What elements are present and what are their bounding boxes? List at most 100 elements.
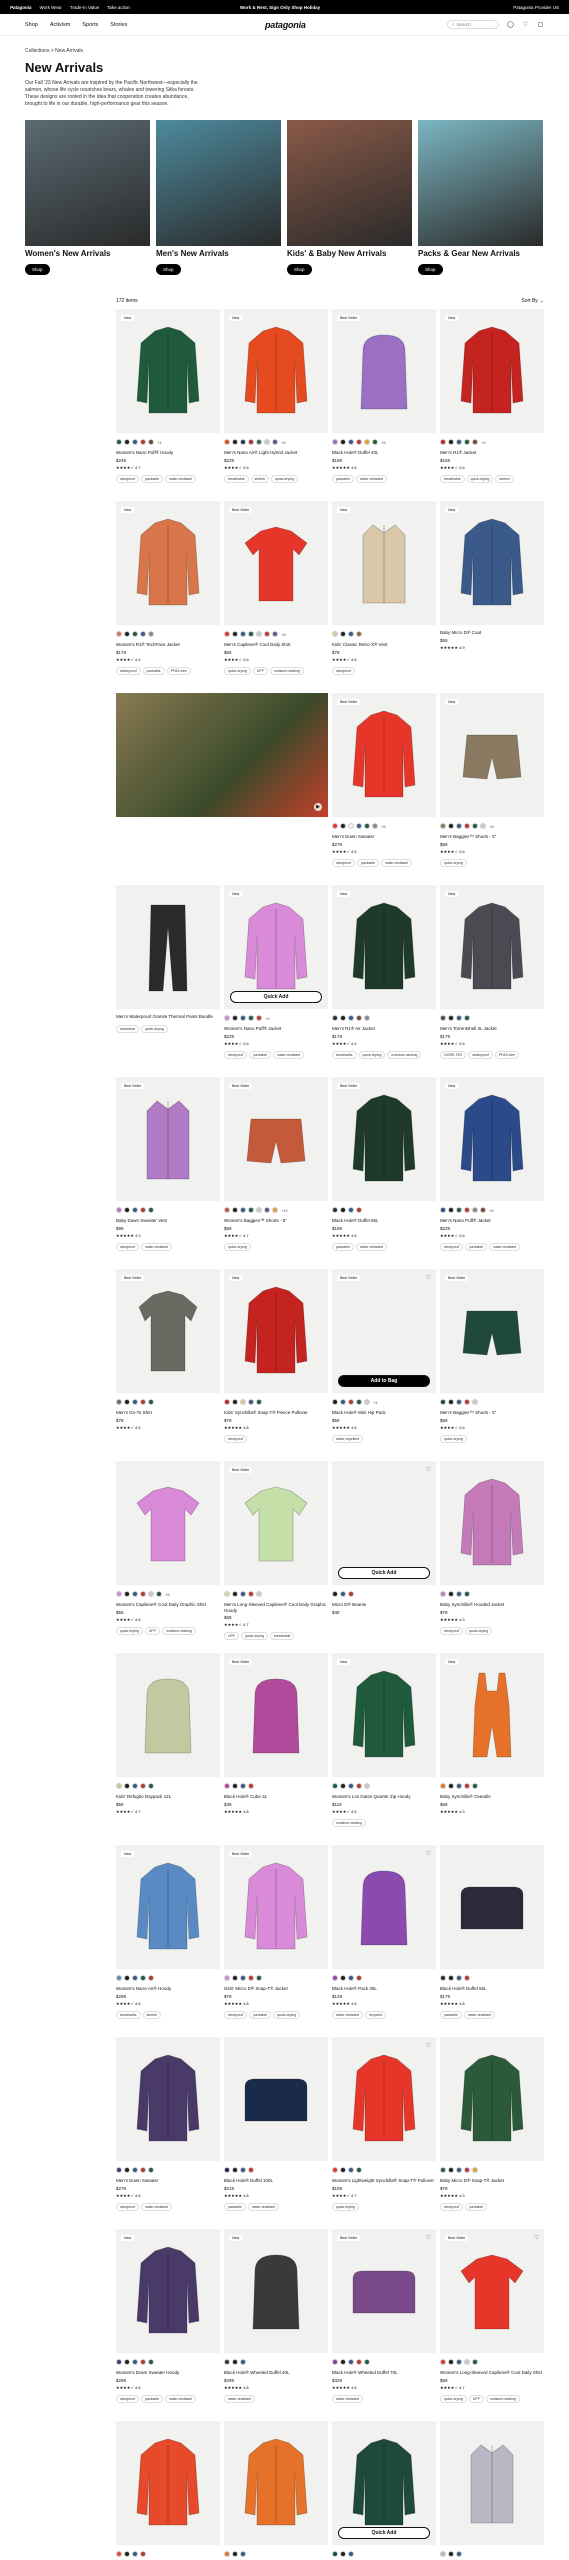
color-swatch[interactable] <box>332 1975 338 1981</box>
color-swatch[interactable] <box>116 1975 122 1981</box>
color-swatch[interactable] <box>448 1783 454 1789</box>
category-tile[interactable]: Packs & Gear New Arrivals Shop <box>418 120 543 276</box>
color-swatch[interactable] <box>232 439 238 445</box>
nav-item-sports[interactable]: Sports <box>82 22 98 28</box>
color-swatch[interactable] <box>440 2359 446 2365</box>
color-swatch[interactable] <box>148 1783 154 1789</box>
product-card[interactable]: Men's Nano Puff® Jacket$229★★★★☆ 4.6 <box>224 2421 328 2560</box>
color-swatch[interactable] <box>240 439 246 445</box>
product-image[interactable]: Best Seller <box>332 1077 436 1201</box>
product-image[interactable] <box>440 2421 544 2545</box>
product-name[interactable]: Kids' Refugito Daypack 12L <box>116 1794 220 1800</box>
product-name[interactable]: Men's Torrentshell 3L Jacket <box>440 1026 544 1032</box>
sort-dropdown[interactable]: Sort By ⌄ <box>521 298 544 304</box>
color-swatch[interactable] <box>356 823 362 829</box>
product-image[interactable]: Best Seller ♡ <box>332 2229 436 2353</box>
color-swatch[interactable] <box>148 1207 154 1213</box>
product-name[interactable]: Baby Micro D® Coat <box>440 630 544 636</box>
color-swatch[interactable] <box>364 823 370 829</box>
color-swatch[interactable] <box>116 1207 122 1213</box>
breadcrumb-parent[interactable]: Collections <box>25 48 49 54</box>
color-swatch[interactable] <box>264 1207 270 1213</box>
product-image[interactable] <box>440 1845 544 1969</box>
color-swatch[interactable] <box>348 1783 354 1789</box>
color-swatch[interactable] <box>472 1399 478 1405</box>
product-name[interactable]: Women's Long-Sleeved Capilene® Cool Dail… <box>440 2370 544 2376</box>
color-swatch[interactable] <box>356 2167 362 2173</box>
product-name[interactable]: Kids' Synchilla® Snap-T® Fleece Pullover <box>224 1410 328 1416</box>
color-swatch[interactable] <box>340 2359 346 2365</box>
color-swatch[interactable] <box>464 1591 470 1597</box>
search-input[interactable]: ⌕ Search <box>447 20 499 29</box>
color-swatch[interactable] <box>348 1015 354 1021</box>
color-swatch[interactable] <box>248 1207 254 1213</box>
product-name[interactable]: Women's Nano-Air® Hoody <box>116 1986 220 1992</box>
color-swatch[interactable] <box>448 439 454 445</box>
color-swatch[interactable] <box>440 2551 446 2557</box>
product-image[interactable]: New <box>440 885 544 1009</box>
color-swatch[interactable] <box>240 2551 246 2557</box>
wishlist-heart-icon[interactable]: ♡ <box>534 2234 539 2241</box>
color-swatch[interactable] <box>224 1399 230 1405</box>
color-swatch[interactable] <box>356 1207 362 1213</box>
topbar-link[interactable]: Take action <box>107 5 130 10</box>
color-swatch[interactable] <box>124 2167 130 2173</box>
color-swatch[interactable] <box>148 2167 154 2173</box>
color-swatch[interactable] <box>340 1975 346 1981</box>
color-swatch[interactable] <box>456 2167 462 2173</box>
product-name[interactable]: Black Hole® Duffel 55L <box>332 1218 436 1224</box>
product-card[interactable]: New Quick Add +4 Women's Nano Puff® Jacket $… <box>224 885 328 1077</box>
product-name[interactable]: Men's Baggies™ Shorts - 5" <box>440 834 544 840</box>
product-image[interactable]: ♡ <box>332 1845 436 1969</box>
product-name[interactable]: Women's R1® TechFace Jacket <box>116 642 220 648</box>
color-swatch[interactable] <box>456 1975 462 1981</box>
product-image[interactable]: Best Seller ♡ <box>440 2229 544 2353</box>
topbar-link[interactable]: Trade-In Value <box>70 5 99 10</box>
color-swatch[interactable] <box>440 1975 446 1981</box>
color-swatch[interactable] <box>464 823 470 829</box>
color-swatch[interactable] <box>332 823 338 829</box>
color-swatch[interactable] <box>124 1783 130 1789</box>
product-name[interactable]: Men's Baggies™ Shorts - 5" <box>440 1410 544 1416</box>
wishlist-heart-icon[interactable]: ♡ <box>426 1850 431 1857</box>
product-name[interactable]: Women's Nano Puff® Hoody <box>116 450 220 456</box>
color-swatch[interactable] <box>248 1975 254 1981</box>
product-name[interactable]: Men's Down Sweater <box>116 2178 220 2184</box>
color-swatch[interactable] <box>456 823 462 829</box>
color-swatch[interactable] <box>448 1975 454 1981</box>
color-swatch[interactable] <box>224 439 230 445</box>
product-image[interactable]: New <box>116 501 220 625</box>
product-card[interactable]: New +6 Men's Nano Air® Light Hybrid Jacket… <box>224 309 328 501</box>
product-image[interactable]: New <box>440 501 544 625</box>
product-image[interactable] <box>116 2421 220 2545</box>
color-swatch[interactable] <box>256 1207 262 1213</box>
shop-button[interactable]: Shop <box>418 264 443 275</box>
product-name[interactable]: Baby Synchilla® Overalls <box>440 1794 544 1800</box>
color-swatch[interactable] <box>140 439 146 445</box>
color-swatch[interactable] <box>124 1207 130 1213</box>
color-swatch[interactable] <box>240 1591 246 1597</box>
color-swatch[interactable] <box>232 1399 238 1405</box>
product-image[interactable] <box>440 1461 544 1585</box>
color-swatch[interactable] <box>148 2359 154 2365</box>
color-swatch[interactable] <box>464 2359 470 2365</box>
color-swatch[interactable] <box>456 2359 462 2365</box>
color-swatch[interactable] <box>456 1783 462 1789</box>
product-name[interactable]: Men's Go-To Shirt <box>116 1410 220 1416</box>
color-swatch[interactable] <box>448 1015 454 1021</box>
quick-add-button[interactable]: Quick Add <box>338 2527 430 2539</box>
color-swatch[interactable] <box>140 2167 146 2173</box>
color-swatch[interactable] <box>348 439 354 445</box>
more-colors-count[interactable]: +6 <box>281 440 286 445</box>
color-swatch[interactable] <box>124 631 130 637</box>
color-swatch[interactable] <box>232 2359 238 2365</box>
product-card[interactable]: New Baby Synchilla® Overalls $69 ★★★★★ 4.9 <box>440 1653 544 1845</box>
product-name[interactable]: Men's R1® Jacket <box>440 450 544 456</box>
color-swatch[interactable] <box>224 631 230 637</box>
product-card[interactable]: New Black Hole® Wheeled Duffel 40L $299 ★★★… <box>224 2229 328 2421</box>
product-card[interactable]: Best Seller Black Hole® Cube 3L $39 ★★★★★ 4… <box>224 1653 328 1845</box>
product-name[interactable]: Women's Baggies™ Shorts - 5" <box>224 1218 328 1224</box>
color-swatch[interactable] <box>124 2359 130 2365</box>
category-label[interactable]: Kids' & Baby New Arrivals <box>287 249 412 258</box>
color-swatch[interactable] <box>340 1399 346 1405</box>
